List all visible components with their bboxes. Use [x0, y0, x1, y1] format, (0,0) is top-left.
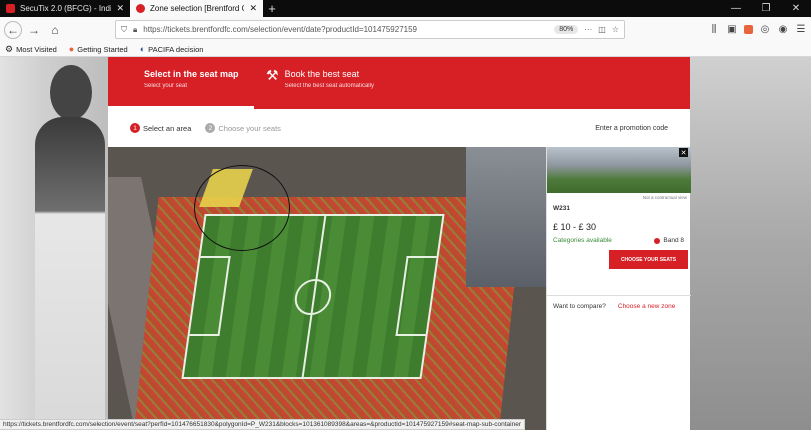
step-label: Select an area: [143, 123, 192, 133]
new-tab-button[interactable]: +: [263, 0, 281, 17]
bookmarks-toolbar: ⚙ Most Visited ● Getting Started ◐ PACIF…: [0, 42, 811, 57]
player-body: [35, 117, 105, 430]
stadium-seat-map[interactable]: [108, 147, 546, 430]
window-controls: — ❐ ✕: [721, 0, 811, 17]
selection-mode-tabs: Select in the seat map Select your seat …: [108, 57, 690, 109]
bookmark-star-icon[interactable]: ☆: [612, 25, 619, 34]
browser-tab-secutix[interactable]: SecuTix 2.0 (BFCG) - Individual ✕: [0, 0, 130, 17]
forward-button[interactable]: →: [25, 21, 43, 39]
url-text[interactable]: https://tickets.brentfordfc.com/selectio…: [143, 25, 548, 34]
sidebar-icon[interactable]: ▣: [726, 24, 738, 35]
close-icon[interactable]: ✕: [679, 148, 688, 157]
price-range: £ 10 - £ 30: [553, 222, 597, 232]
player-background-image: [0, 57, 108, 430]
sector-highlight-circle: [194, 165, 290, 251]
close-tab-icon[interactable]: ✕: [249, 3, 257, 14]
bookmark-pacifa[interactable]: ◐ PACIFA decision: [140, 44, 204, 54]
band-color-dot: [654, 237, 661, 244]
more-actions-icon[interactable]: ···: [584, 25, 592, 34]
divider: [547, 295, 691, 296]
crowd-background-image: [690, 57, 811, 430]
tab-title: SecuTix 2.0 (BFCG) - Individual: [20, 4, 111, 13]
address-bar[interactable]: ⛉ 🔒︎ https://tickets.brentfordfc.com/sel…: [115, 20, 625, 39]
account-icon[interactable]: ◉: [777, 24, 789, 35]
zoom-level[interactable]: 80%: [554, 25, 579, 34]
browser-tab-zone-selection[interactable]: Zone selection [Brentford Com ✕: [130, 0, 263, 17]
extension-icon[interactable]: [744, 25, 753, 34]
menu-icon[interactable]: ☰: [795, 24, 807, 35]
tab-best-seat[interactable]: ⚒ Book the best seat Select the best sea…: [254, 57, 374, 109]
circle-arrow-icon: ◐: [139, 44, 146, 54]
close-tab-icon[interactable]: ✕: [116, 3, 124, 14]
pocket-icon[interactable]: ◫: [598, 25, 606, 34]
secutix-favicon-icon: [6, 4, 15, 13]
bookmark-getting-started[interactable]: ● Getting Started: [69, 44, 128, 54]
step-select-area: 1 Select an area: [130, 123, 191, 133]
tab-title: Select in the seat map: [144, 69, 239, 79]
step-number: 1: [130, 123, 140, 133]
page-background: Select in the seat map Select your seat …: [0, 57, 811, 430]
magic-wand-icon: ⚒: [266, 67, 279, 83]
sync-icon[interactable]: ◎: [759, 24, 771, 35]
stadium-building: [466, 147, 546, 287]
close-window-icon[interactable]: ✕: [781, 0, 811, 17]
compare-label: Want to compare?: [553, 303, 606, 310]
progress-steps: 1 Select an area 2 Choose your seats Ent…: [108, 109, 690, 147]
browser-tab-bar: SecuTix 2.0 (BFCG) - Individual ✕ Zone s…: [0, 0, 811, 17]
lock-icon[interactable]: 🔒︎: [133, 25, 137, 35]
availability-status: Categories available: [553, 237, 612, 244]
step-choose-seats: 2 Choose your seats: [205, 123, 281, 133]
view-disclaimer: Not a contractual view: [642, 195, 687, 200]
brentford-favicon-icon: [136, 4, 145, 13]
restore-icon[interactable]: ❐: [751, 0, 781, 17]
toolbar-icons: ⫼ ▣ ◎ ◉ ☰: [708, 24, 807, 35]
browser-nav-bar: ← → ⌂ ⛉ 🔒︎ https://tickets.brentfordfc.c…: [0, 17, 811, 42]
gear-icon: ⚙: [5, 43, 14, 54]
band-text: Band 8: [663, 237, 684, 244]
step-number: 2: [205, 123, 216, 133]
choose-seats-button[interactable]: CHOOSE YOUR SEATS: [609, 250, 688, 269]
back-button[interactable]: ←: [4, 20, 22, 39]
home-button[interactable]: ⌂: [46, 21, 64, 39]
compare-row: Want to compare? Choose a new zone: [553, 303, 675, 310]
sector-name: W231: [553, 205, 570, 212]
step-label: Choose your seats: [218, 123, 281, 133]
minimize-icon[interactable]: —: [721, 0, 751, 17]
bookmark-most-visited[interactable]: ⚙ Most Visited: [5, 44, 57, 55]
tab-title: Zone selection [Brentford Com: [150, 4, 244, 13]
seat-selection-panel: Select in the seat map Select your seat …: [108, 57, 691, 430]
tab-title: Book the best seat: [284, 69, 360, 79]
firefox-icon: ●: [68, 44, 75, 54]
tab-seat-map[interactable]: Select in the seat map Select your seat: [108, 57, 254, 109]
tab-subtitle: Select the best seat automatically: [284, 83, 374, 89]
status-bar-url: https://tickets.brentfordfc.com/selectio…: [0, 419, 526, 430]
sector-detail-panel: ✕ Not a contractual view W231 £ 10 - £ 3…: [546, 147, 691, 430]
band-label: Band 8: [654, 237, 684, 244]
centre-circle: [292, 278, 334, 315]
view-from-seat-image[interactable]: [547, 147, 691, 193]
bookmark-label: PACIFA decision: [148, 44, 204, 54]
tab-subtitle: Select your seat: [144, 83, 188, 89]
promotion-code-link[interactable]: Enter a promotion code: [595, 125, 668, 132]
library-icon[interactable]: ⫼: [708, 24, 720, 35]
shield-icon[interactable]: ⛉: [121, 25, 127, 35]
choose-new-zone-link[interactable]: Choose a new zone: [618, 303, 675, 310]
bookmark-label: Most Visited: [16, 44, 57, 54]
player-head: [50, 65, 92, 120]
bookmark-label: Getting Started: [77, 44, 128, 54]
